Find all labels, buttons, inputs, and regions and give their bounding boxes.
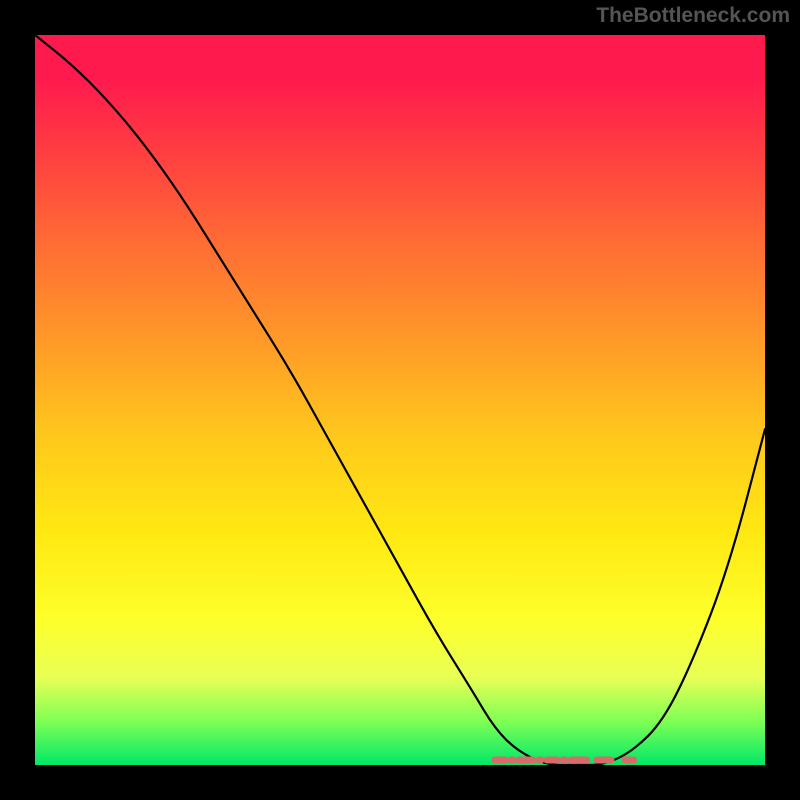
- chart-svg: [35, 35, 765, 765]
- watermark-text: TheBottleneck.com: [596, 4, 790, 28]
- bottleneck-curve: [35, 35, 765, 765]
- plot-area: [35, 35, 765, 765]
